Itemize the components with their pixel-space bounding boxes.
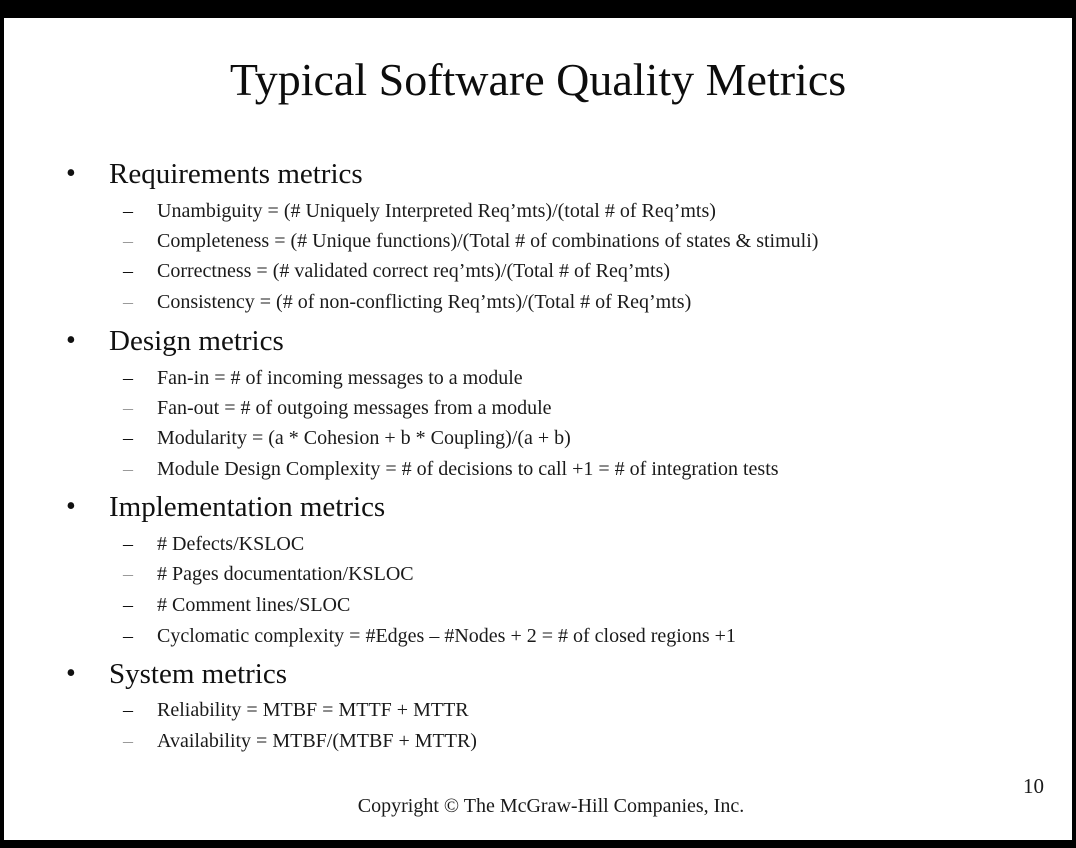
bullet-dot: • [66, 158, 76, 189]
slide-title: Typical Software Quality Metrics [229, 54, 847, 105]
sub-item-text: Modularity = (a * Cohesion + b * Couplin… [157, 427, 571, 449]
sub-item-text: Fan-in = # of incoming messages to a mod… [157, 367, 523, 389]
dash: – [123, 730, 133, 752]
slide: Typical Software Quality Metrics • Requi… [4, 18, 1072, 840]
copyright-notice: Copyright © The McGraw-Hill Companies, I… [357, 795, 745, 817]
dash: – [123, 397, 133, 419]
dash: – [123, 230, 133, 252]
sub-item-text: Module Design Complexity = # of decision… [157, 458, 779, 480]
bullet-dot: • [66, 491, 76, 522]
bullet-dot: • [66, 325, 76, 356]
dash: – [123, 625, 133, 647]
section-heading: Implementation metrics [109, 491, 386, 523]
sub-item-text: Correctness = (# validated correct req’m… [157, 260, 671, 282]
dash: – [123, 367, 133, 389]
dash: – [123, 200, 133, 222]
section-heading: Requirements metrics [109, 158, 363, 190]
dash: – [123, 594, 133, 616]
dash: – [123, 427, 133, 449]
sub-item-text: Cyclomatic complexity = #Edges – #Nodes … [157, 625, 736, 647]
bullet-dot: • [66, 658, 76, 689]
section-heading: Design metrics [109, 325, 284, 357]
dash: – [123, 260, 133, 282]
dash: – [123, 563, 133, 585]
sub-item-text: Reliability = MTBF = MTTF + MTTR [157, 699, 469, 721]
section-heading: System metrics [109, 658, 288, 690]
dash: – [123, 291, 133, 313]
sub-item-text: Fan-out = # of outgoing messages from a … [157, 397, 552, 419]
sub-item-text: Unambiguity = (# Uniquely Interpreted Re… [157, 200, 716, 222]
dash: – [123, 533, 133, 555]
sub-item-text: Consistency = (# of non-conflicting Req’… [157, 291, 692, 313]
sub-item-text: # Comment lines/SLOC [157, 594, 351, 616]
sub-item-text: Availability = MTBF/(MTBF + MTTR) [157, 730, 477, 752]
dash: – [123, 458, 133, 480]
dash: – [123, 699, 133, 721]
sub-item-text: # Pages documentation/KSLOC [157, 563, 414, 585]
sub-item-text: Completeness = (# Unique functions)/(Tot… [157, 230, 819, 252]
sub-item-text: # Defects/KSLOC [157, 533, 305, 555]
